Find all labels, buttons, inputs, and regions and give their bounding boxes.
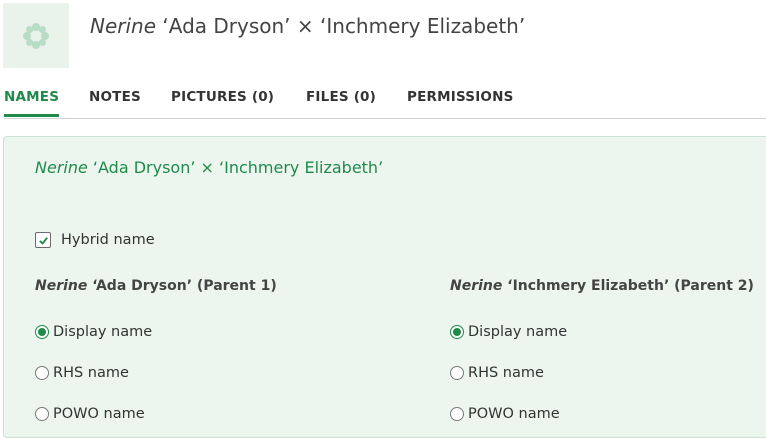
parent-1-display-name-option[interactable]: Display name	[35, 324, 152, 340]
parent-1-rest: ‘Ada Dryson’ (Parent 1)	[87, 278, 277, 294]
tab-pictures[interactable]: PICTURES (0)	[171, 89, 274, 117]
parent-2-heading: Nerine ‘Inchmery Elizabeth’ (Parent 2)	[450, 278, 754, 294]
parent-1-rhs-name-option[interactable]: RHS name	[35, 365, 129, 381]
parent-2-rhs-name-option[interactable]: RHS name	[450, 365, 544, 381]
hybrid-name-checkbox[interactable]	[35, 232, 51, 248]
option-label: Display name	[468, 324, 568, 340]
panel-title-genus: Nerine	[35, 158, 88, 177]
option-label: Display name	[53, 324, 153, 340]
option-label: RHS name	[468, 365, 544, 381]
checkmark-icon	[38, 236, 48, 245]
hybrid-name-label: Hybrid name	[61, 232, 155, 248]
hybrid-name-option[interactable]: Hybrid name	[35, 232, 155, 248]
tab-files[interactable]: FILES (0)	[306, 89, 376, 117]
option-label: RHS name	[53, 365, 129, 381]
option-label: POWO name	[53, 406, 145, 422]
tab-names[interactable]: NAMES	[4, 89, 60, 117]
names-panel: Nerine ‘Ada Dryson’ × ‘Inchmery Elizabet…	[3, 136, 766, 438]
tab-bar: NAMES NOTES PICTURES (0) FILES (0) PERMI…	[4, 89, 766, 119]
page-title: Nerine ‘Ada Dryson’ × ‘Inchmery Elizabet…	[90, 14, 525, 38]
radio-button[interactable]	[450, 407, 464, 421]
title-genus: Nerine	[90, 14, 157, 38]
parent-1-genus: Nerine	[35, 278, 88, 294]
radio-button[interactable]	[35, 325, 49, 339]
radio-button[interactable]	[35, 366, 49, 380]
radio-button[interactable]	[450, 366, 464, 380]
parent-1-powo-name-option[interactable]: POWO name	[35, 406, 145, 422]
thumbnail	[3, 3, 69, 68]
parent-2-rest: ‘Inchmery Elizabeth’ (Parent 2)	[502, 278, 754, 294]
parent-2-display-name-option[interactable]: Display name	[450, 324, 567, 340]
radio-button[interactable]	[35, 407, 49, 421]
panel-title-rest: ‘Ada Dryson’ × ‘Inchmery Elizabeth’	[87, 158, 384, 177]
tab-notes[interactable]: NOTES	[89, 89, 141, 117]
flower-icon	[23, 22, 49, 49]
radio-button[interactable]	[450, 325, 464, 339]
parent-1-heading: Nerine ‘Ada Dryson’ (Parent 1)	[35, 278, 277, 294]
title-rest: ‘Ada Dryson’ × ‘Inchmery Elizabeth’	[156, 14, 526, 38]
tab-permissions[interactable]: PERMISSIONS	[407, 89, 514, 117]
parent-2-powo-name-option[interactable]: POWO name	[450, 406, 560, 422]
option-label: POWO name	[468, 406, 560, 422]
panel-title: Nerine ‘Ada Dryson’ × ‘Inchmery Elizabet…	[35, 158, 383, 177]
parent-2-genus: Nerine	[450, 278, 503, 294]
